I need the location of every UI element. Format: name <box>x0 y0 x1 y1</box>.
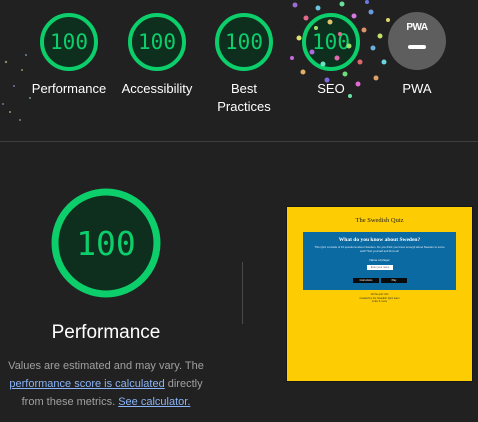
name-input: Enter your name <box>367 265 393 270</box>
best-practices-gauge[interactable]: 100 <box>214 12 274 72</box>
quiz-panel-text: This Quiz consists of 10 questions about… <box>314 245 445 253</box>
performance-score: 100 <box>50 30 88 54</box>
score-calculated-link[interactable]: performance score is calculated <box>9 378 164 390</box>
see-calculator-link[interactable]: See calculator. <box>118 396 190 408</box>
play-button: Play <box>381 278 407 283</box>
accessibility-gauge[interactable]: 100 <box>127 12 187 72</box>
performance-label: Performance <box>31 81 107 96</box>
vertical-divider <box>242 262 243 324</box>
pwa-label: PWA <box>402 81 432 96</box>
performance-score-large: 100 <box>76 223 136 263</box>
best-practices-label-line1: Best <box>230 81 257 96</box>
performance-gauge[interactable]: 100 <box>39 12 99 72</box>
instructions-button: Instructions <box>353 278 379 283</box>
footer-line-3: Links & more <box>371 300 388 304</box>
best-practices-label-line2: Practices <box>217 99 271 114</box>
seo-gauge[interactable]: 100 <box>301 12 361 72</box>
best-practices-score: 100 <box>225 30 263 54</box>
seo-score: 100 <box>312 30 350 54</box>
performance-description: Values are estimated and may vary. The p… <box>0 357 212 411</box>
desc-text-1: Values are estimated and may vary. The <box>8 360 204 372</box>
category-summary: 100 Performance 100 Accessibility 100 Be… <box>0 0 478 122</box>
accessibility-score: 100 <box>138 30 176 54</box>
quiz-panel: What do you know about Sweden? This Quiz… <box>303 232 456 290</box>
accessibility-label: Accessibility <box>121 81 193 96</box>
name-label: Name of player <box>369 258 390 262</box>
pwa-badge-text: PWA <box>406 22 428 33</box>
quiz-footer: All the quiz info Created by the Swedish… <box>287 293 472 304</box>
page-screenshot-thumbnail[interactable]: The Swedish Quiz What do you know about … <box>286 206 473 382</box>
pwa-badge[interactable]: PWA <box>388 12 446 70</box>
quiz-panel-title: What do you know about Sweden? <box>338 237 421 243</box>
performance-title: Performance <box>51 322 161 343</box>
pwa-dash-icon <box>408 45 426 49</box>
section-divider <box>0 141 478 142</box>
best-practices-label: Best Practices <box>194 80 294 116</box>
performance-gauge-large: 100 <box>50 187 162 299</box>
quiz-title: The Swedish Quiz <box>355 217 404 224</box>
seo-label: SEO <box>317 81 345 96</box>
